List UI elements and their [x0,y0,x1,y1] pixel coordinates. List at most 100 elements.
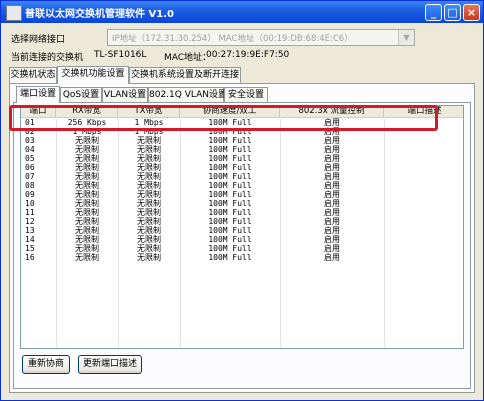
table-row[interactable]: 12 无限制 无限制 100M Full 启用 [21,217,463,226]
main-window: 普联以太网交换机管理软件 V1.0 _ □ × 选择网络接口 IP地址（172.… [0,0,484,401]
title-bar[interactable]: 普联以太网交换机管理软件 V1.0 _ □ × [1,1,483,23]
cell-port: 13 [25,226,35,235]
table-row[interactable]: 16 无限制 无限制 100M Full 启用 [21,253,463,262]
cell-rx-bandwidth: 无限制 [75,145,99,154]
table-row[interactable]: 07 无限制 无限制 100M Full 启用 [21,172,463,181]
cell-rx-bandwidth: 无限制 [75,136,99,145]
cell-port: 16 [25,253,35,262]
cell-flow-control: 启用 [324,136,340,145]
cell-flow-control: 启用 [324,172,340,181]
minimize-button[interactable]: _ [425,4,442,21]
cell-port: 15 [25,244,35,253]
tab-vlan-settings[interactable]: VLAN设置 [102,87,148,103]
table-row[interactable]: 15 无限制 无限制 100M Full 启用 [21,244,463,253]
renegotiate-button[interactable]: 重新协商 [22,355,70,374]
switch-model: TL-SF1016L [94,50,147,60]
cell-tx-bandwidth: 无限制 [137,145,161,154]
close-button[interactable]: × [463,4,480,21]
table-row[interactable]: 03 无限制 无限制 100M Full 启用 [21,136,463,145]
highlight-box [9,105,438,131]
cell-flow-control: 启用 [324,253,340,262]
cell-flow-control: 启用 [324,190,340,199]
cell-port-description [384,163,463,172]
tab-port-settings[interactable]: 端口设置 [16,86,60,103]
table-row[interactable]: 11 无限制 无限制 100M Full 启用 [21,208,463,217]
cell-port-description [384,253,463,262]
maximize-button[interactable]: □ [444,4,461,21]
table-row[interactable]: 05 无限制 无限制 100M Full 启用 [21,154,463,163]
tab-system-settings[interactable]: 交换机系统设置及断开连接 [129,67,241,83]
cell-flow-control: 启用 [324,235,340,244]
cell-flow-control: 启用 [324,154,340,163]
cell-speed-duplex: 100M Full [208,235,252,244]
cell-rx-bandwidth: 无限制 [75,181,99,190]
cell-port-description [384,136,463,145]
table-row[interactable]: 10 无限制 无限制 100M Full 启用 [21,199,463,208]
update-port-description-button[interactable]: 更新端口描述 [78,355,142,374]
cell-port: 14 [25,235,35,244]
cell-port: 06 [25,163,35,172]
cell-tx-bandwidth: 无限制 [137,235,161,244]
cell-rx-bandwidth: 无限制 [75,154,99,163]
tab-security-settings[interactable]: 安全设置 [224,87,268,103]
interface-select-value: IP地址（172.31.30.254） MAC地址（00:19:DB:68:4E… [112,34,353,44]
table-row[interactable]: 14 无限制 无限制 100M Full 启用 [21,235,463,244]
table-row[interactable]: 06 无限制 无限制 100M Full 启用 [21,163,463,172]
cell-port: 12 [25,217,35,226]
cell-flow-control: 启用 [324,163,340,172]
cell-port-description [384,145,463,154]
cell-port-description [384,244,463,253]
cell-flow-control: 启用 [324,208,340,217]
cell-flow-control: 启用 [324,226,340,235]
cell-speed-duplex: 100M Full [208,226,252,235]
port-table[interactable]: 端口 RX带宽 TX带宽 协商速度/双工 802.3x 流量控制 端口描述 01… [20,105,464,349]
cell-tx-bandwidth: 无限制 [137,253,161,262]
cell-speed-duplex: 100M Full [208,181,252,190]
cell-port-description [384,172,463,181]
table-row[interactable]: 04 无限制 无限制 100M Full 启用 [21,145,463,154]
cell-rx-bandwidth: 无限制 [75,226,99,235]
cell-port-description [384,217,463,226]
cell-rx-bandwidth: 无限制 [75,217,99,226]
window-title: 普联以太网交换机管理软件 V1.0 [25,9,174,20]
cell-tx-bandwidth: 无限制 [137,172,161,181]
tab-switch-functions[interactable]: 交换机功能设置 [57,66,129,84]
cell-flow-control: 启用 [324,181,340,190]
cell-port: 09 [25,190,35,199]
cell-tx-bandwidth: 无限制 [137,190,161,199]
select-interface-label: 选择网络接口 [11,35,66,45]
cell-rx-bandwidth: 无限制 [75,163,99,172]
cell-speed-duplex: 100M Full [208,145,252,154]
interface-select[interactable]: IP地址（172.31.30.254） MAC地址（00:19:DB:68:4E… [107,29,415,46]
cell-port-description [384,226,463,235]
cell-speed-duplex: 100M Full [208,244,252,253]
app-icon [6,5,22,21]
cell-tx-bandwidth: 无限制 [137,208,161,217]
table-row[interactable]: 13 无限制 无限制 100M Full 启用 [21,226,463,235]
cell-speed-duplex: 100M Full [208,199,252,208]
tab-8021q-vlan-settings[interactable]: 802.1Q VLAN设置 [148,87,227,103]
chevron-down-icon[interactable]: ▼ [398,30,414,45]
cell-speed-duplex: 100M Full [208,136,252,145]
switch-mac-label: MAC地址： [164,53,212,63]
table-row[interactable]: 09 无限制 无限制 100M Full 启用 [21,190,463,199]
cell-speed-duplex: 100M Full [208,208,252,217]
cell-tx-bandwidth: 无限制 [137,136,161,145]
cell-port: 08 [25,181,35,190]
cell-tx-bandwidth: 无限制 [137,163,161,172]
current-switch-label: 当前连接的交换机 [11,53,84,63]
cell-rx-bandwidth: 无限制 [75,244,99,253]
tab-qos-settings[interactable]: QoS设置 [60,87,102,103]
cell-port-description [384,190,463,199]
cell-rx-bandwidth: 无限制 [75,235,99,244]
cell-flow-control: 启用 [324,217,340,226]
cell-speed-duplex: 100M Full [208,172,252,181]
cell-port-description [384,154,463,163]
cell-tx-bandwidth: 无限制 [137,217,161,226]
cell-rx-bandwidth: 无限制 [75,208,99,217]
cell-tx-bandwidth: 无限制 [137,226,161,235]
cell-port: 03 [25,136,35,145]
cell-port: 10 [25,199,35,208]
table-row[interactable]: 08 无限制 无限制 100M Full 启用 [21,181,463,190]
tab-switch-status[interactable]: 交换机状态 [9,67,57,83]
